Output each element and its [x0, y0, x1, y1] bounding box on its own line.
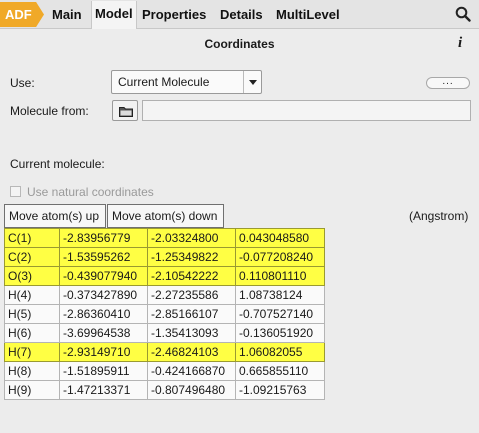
move-atoms-up-button[interactable]: Move atom(s) up [4, 204, 106, 228]
atom-z-cell[interactable]: -1.09215763 [235, 380, 325, 400]
atom-label-cell[interactable]: O(3) [4, 266, 60, 286]
atom-row[interactable]: H(9) -1.47213371 -0.807496480 -1.09215763 [4, 380, 325, 400]
atom-y-cell[interactable]: -0.424166870 [147, 361, 236, 381]
atom-y-cell[interactable]: -2.10542222 [147, 266, 236, 286]
atom-coordinates-table: C(1) -2.83956779 -2.03324800 0.043048580 C(2… [4, 228, 325, 400]
atom-y-cell[interactable]: -2.85166107 [147, 304, 236, 324]
atom-label-cell[interactable]: H(4) [4, 285, 60, 305]
atom-row[interactable]: C(1) -2.83956779 -2.03324800 0.043048580 [4, 228, 325, 248]
atom-x-cell[interactable]: -1.53595262 [59, 247, 148, 267]
atom-y-cell[interactable]: -2.46824103 [147, 342, 236, 362]
tab-model[interactable]: Model [91, 1, 137, 29]
atom-x-cell[interactable]: -1.47213371 [59, 380, 148, 400]
atom-z-cell[interactable]: 1.06082055 [235, 342, 325, 362]
atom-x-cell[interactable]: -2.93149710 [59, 342, 148, 362]
tab-multilevel[interactable]: MultiLevel [276, 2, 340, 27]
natural-coordinates-label: Use natural coordinates [27, 185, 154, 199]
atom-y-cell[interactable]: -2.03324800 [147, 228, 236, 248]
natural-coordinates-checkbox[interactable] [10, 186, 21, 197]
atom-row[interactable]: H(8) -1.51895911 -0.424166870 0.665855110 [4, 361, 325, 381]
atom-y-cell[interactable]: -1.35413093 [147, 323, 236, 343]
atom-z-cell[interactable]: 0.043048580 [235, 228, 325, 248]
atom-row[interactable]: C(2) -1.53595262 -1.25349822 -0.077208240 [4, 247, 325, 267]
atom-x-cell[interactable]: -2.86360410 [59, 304, 148, 324]
atom-label-cell[interactable]: H(5) [4, 304, 60, 324]
tab-bar: ADF Main Model Properties Details MultiL… [0, 0, 479, 29]
atom-x-cell[interactable]: -0.439077940 [59, 266, 148, 286]
search-icon[interactable] [455, 6, 471, 22]
atom-y-cell[interactable]: -0.807496480 [147, 380, 236, 400]
open-folder-button[interactable] [112, 100, 138, 121]
move-atoms-down-button[interactable]: Move atom(s) down [107, 204, 224, 228]
atom-label-cell[interactable]: H(6) [4, 323, 60, 343]
atom-label-cell[interactable]: H(9) [4, 380, 60, 400]
tab-main[interactable]: Main [52, 2, 82, 27]
atom-x-cell[interactable]: -0.373427890 [59, 285, 148, 305]
atom-x-cell[interactable]: -1.51895911 [59, 361, 148, 381]
info-icon[interactable]: i [458, 35, 462, 52]
adf-menu-tab[interactable]: ADF [0, 2, 44, 27]
atom-y-cell[interactable]: -2.27235586 [147, 285, 236, 305]
more-options-button[interactable]: ... [426, 77, 470, 89]
atom-z-cell[interactable]: 1.08738124 [235, 285, 325, 305]
atom-z-cell[interactable]: -0.136051920 [235, 323, 325, 343]
atom-row[interactable]: H(5) -2.86360410 -2.85166107 -0.707527140 [4, 304, 325, 324]
atom-y-cell[interactable]: -1.25349822 [147, 247, 236, 267]
use-label: Use: [10, 76, 35, 90]
atom-x-cell[interactable]: -2.83956779 [59, 228, 148, 248]
folder-icon [119, 107, 133, 117]
units-label: (Angstrom) [409, 209, 469, 223]
atom-z-cell[interactable]: -0.077208240 [235, 247, 325, 267]
atom-z-cell[interactable]: 0.665855110 [235, 361, 325, 381]
atom-label-cell[interactable]: C(1) [4, 228, 60, 248]
atom-z-cell[interactable]: 0.110801110 [235, 266, 325, 286]
use-select[interactable]: Current Molecule [111, 70, 262, 94]
use-select-value: Current Molecule [118, 75, 210, 89]
atom-row[interactable]: H(4) -0.373427890 -2.27235586 1.08738124 [4, 285, 325, 305]
panel-title: Coordinates [204, 37, 275, 51]
atom-z-cell[interactable]: -0.707527140 [235, 304, 325, 324]
current-molecule-label: Current molecule: [10, 157, 105, 171]
atom-row[interactable]: H(6) -3.69964538 -1.35413093 -0.136051920 [4, 323, 325, 343]
atom-label-cell[interactable]: H(7) [4, 342, 60, 362]
atom-row[interactable]: O(3) -0.439077940 -2.10542222 0.110801110 [4, 266, 325, 286]
atom-row[interactable]: H(7) -2.93149710 -2.46824103 1.06082055 [4, 342, 325, 362]
atom-label-cell[interactable]: H(8) [4, 361, 60, 381]
molecule-from-input[interactable] [142, 100, 471, 121]
atom-x-cell[interactable]: -3.69964538 [59, 323, 148, 343]
molecule-from-label: Molecule from: [10, 104, 89, 118]
chevron-down-icon [243, 71, 261, 93]
tab-properties[interactable]: Properties [142, 2, 206, 27]
tab-details[interactable]: Details [220, 2, 263, 27]
atom-label-cell[interactable]: C(2) [4, 247, 60, 267]
